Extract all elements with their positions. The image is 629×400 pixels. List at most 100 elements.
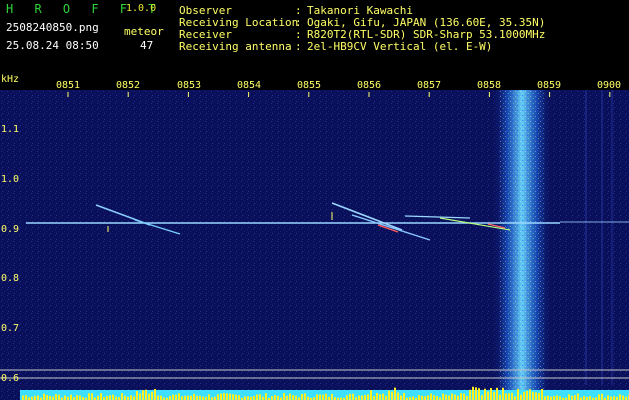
meteor-label: meteor <box>124 25 164 38</box>
signal-peak <box>187 395 189 400</box>
interference-band-speckle <box>500 90 544 390</box>
signal-peak <box>37 395 39 400</box>
signal-peak <box>559 396 561 400</box>
signal-peak <box>553 395 555 400</box>
signal-peak <box>463 393 465 400</box>
signal-peak <box>469 389 471 400</box>
signal-peak <box>181 396 183 400</box>
signal-peak <box>148 393 150 400</box>
signal-peak <box>184 395 186 400</box>
signal-peak <box>577 393 579 400</box>
signal-peak <box>178 393 180 400</box>
info-key-antenna: Receiving antenna <box>179 40 292 53</box>
signal-peak <box>76 395 78 400</box>
signal-peak <box>88 393 90 400</box>
signal-peak <box>208 394 210 400</box>
signal-peak <box>286 395 288 400</box>
signal-peak <box>220 393 222 400</box>
signal-peak <box>622 395 624 400</box>
signal-peak <box>316 394 318 400</box>
signal-peak <box>91 393 93 400</box>
time-tick-label: 0858 <box>477 80 502 91</box>
signal-peak <box>295 395 297 400</box>
signal-peak <box>535 392 537 400</box>
signal-peak <box>436 395 438 400</box>
signal-peak <box>271 396 273 400</box>
signal-peak <box>223 393 225 400</box>
signal-peak <box>397 392 399 400</box>
signal-peak <box>601 393 603 400</box>
signal-peak <box>493 391 495 400</box>
signal-peak <box>136 391 138 400</box>
signal-peak <box>169 395 171 400</box>
signal-peak <box>583 395 585 400</box>
freq-tick-label: 0.7 <box>1 323 20 334</box>
signal-peak <box>445 394 447 400</box>
signal-peak <box>400 395 402 400</box>
signal-peak <box>379 394 381 400</box>
signal-peak <box>613 396 615 400</box>
freq-tick-label: 1.0 <box>1 174 20 185</box>
signal-peak <box>478 388 480 400</box>
time-tick-label: 0856 <box>357 80 382 91</box>
signal-peak <box>373 396 375 400</box>
signal-peak <box>46 395 48 400</box>
signal-peak <box>55 394 57 400</box>
signal-peak <box>172 394 174 400</box>
time-tick-label: 0859 <box>537 80 562 91</box>
signal-peak <box>145 389 147 400</box>
signal-peak <box>451 393 453 400</box>
signal-peak <box>508 393 510 400</box>
signal-peak <box>394 387 396 400</box>
signal-peak <box>523 391 525 400</box>
signal-peak <box>322 394 324 400</box>
signal-peak <box>418 394 420 400</box>
signal-peak <box>331 393 333 400</box>
signal-peak <box>25 395 27 400</box>
signal-peak <box>382 393 384 400</box>
signal-peak <box>256 394 258 400</box>
signal-peak <box>79 395 81 400</box>
signal-peak <box>97 395 99 400</box>
signal-peak <box>109 395 111 400</box>
time-tick-label: 0854 <box>237 80 262 91</box>
signal-peak <box>514 396 516 400</box>
signal-peak <box>472 386 474 400</box>
signal-peak <box>349 393 351 400</box>
signal-peak <box>511 392 513 400</box>
signal-peak <box>352 393 354 400</box>
signal-peak <box>364 395 366 400</box>
signal-peak <box>376 393 378 400</box>
signal-peak <box>391 391 393 400</box>
signal-peak <box>58 394 60 400</box>
axis-unit-label: kHz <box>1 74 20 85</box>
signal-peak <box>496 387 498 400</box>
signal-peak <box>151 391 153 400</box>
info-value-antenna: 2el-HB9CV Vertical (el. E-W) <box>307 40 493 53</box>
signal-peak <box>154 388 156 400</box>
signal-peak <box>544 396 546 400</box>
signal-peak <box>433 395 435 400</box>
freq-tick-label: 1.1 <box>1 124 20 135</box>
signal-peak <box>244 396 246 400</box>
freq-tick-label: 0.9 <box>1 224 20 235</box>
signal-peak <box>547 395 549 400</box>
signal-peak <box>196 395 198 400</box>
signal-peak <box>520 394 522 400</box>
signal-peak <box>142 390 144 400</box>
signal-peak <box>262 396 264 400</box>
signal-peak <box>325 393 327 400</box>
signal-peak <box>319 394 321 400</box>
signal-peak <box>475 387 477 400</box>
signal-peak <box>421 395 423 400</box>
signal-peak <box>484 388 486 400</box>
signal-peak <box>454 394 456 400</box>
signal-peak <box>139 393 141 400</box>
signal-peak <box>412 396 414 400</box>
signal-peak <box>34 395 36 400</box>
time-tick-label: 0855 <box>297 80 322 91</box>
signal-peak <box>487 391 489 400</box>
freq-tick-label: 0.6 <box>1 373 20 384</box>
signal-peak <box>193 393 195 400</box>
signal-peak <box>112 394 114 400</box>
